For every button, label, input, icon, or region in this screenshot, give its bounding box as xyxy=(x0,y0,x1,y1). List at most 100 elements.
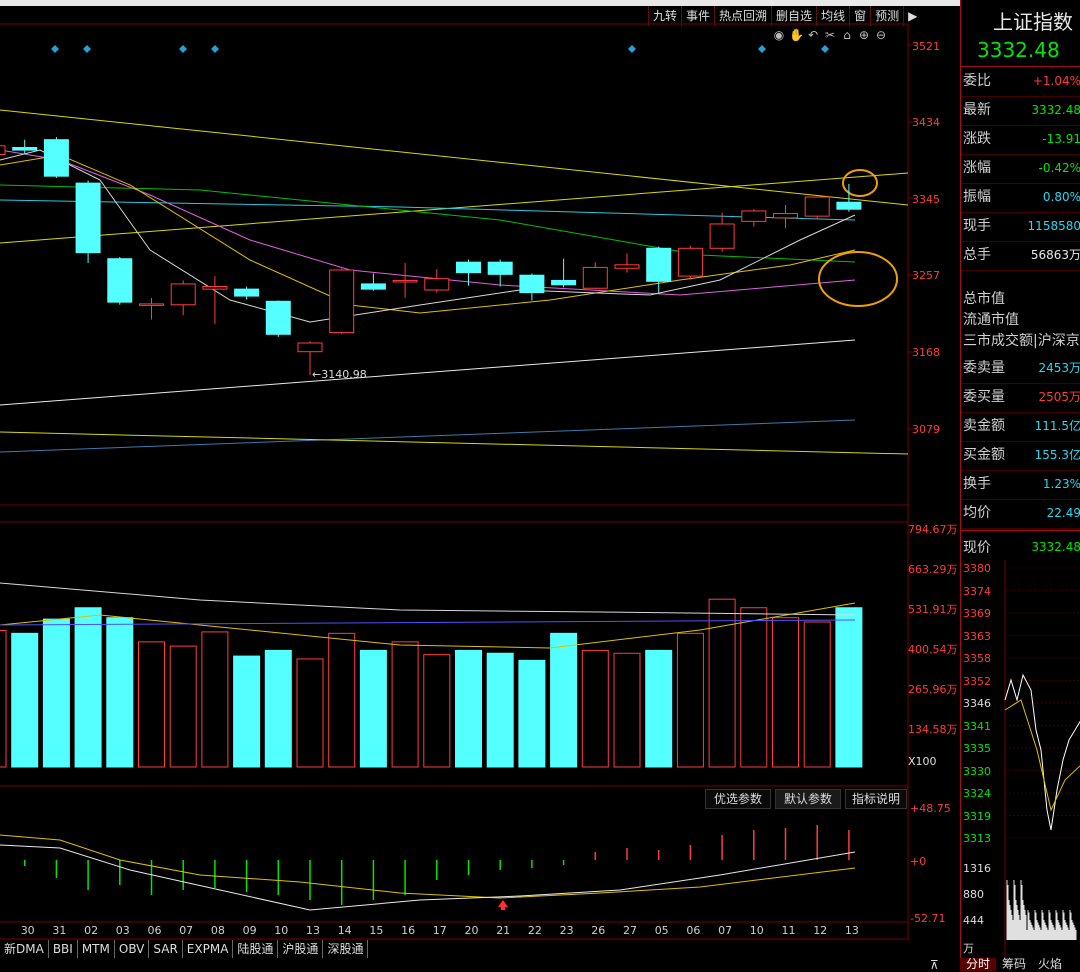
candle-body xyxy=(677,247,703,277)
quote-row: 涨幅 -0.42% xyxy=(961,154,1080,184)
date-tick: 02 xyxy=(84,924,99,937)
date-tick: 17 xyxy=(432,924,447,937)
tab-dma[interactable]: 新DMA xyxy=(0,940,49,958)
mini-price-tick: 3358 xyxy=(963,652,991,665)
volume-bar xyxy=(518,659,546,768)
date-tick: 23 xyxy=(559,924,574,937)
date-tick: 22 xyxy=(527,924,542,937)
mini-price-tick: 3346 xyxy=(963,697,991,710)
candle-body xyxy=(360,283,386,290)
mini-price-tick: 3374 xyxy=(963,584,991,598)
volume-bar xyxy=(581,649,609,768)
tab-shengutong[interactable]: 深股通 xyxy=(323,940,369,958)
quote2-row: 换手 1.23% xyxy=(961,470,1080,500)
volume-bar xyxy=(138,641,165,768)
candle-body xyxy=(43,139,69,177)
vol-tick-5: 134.58万 xyxy=(908,723,958,736)
highlight-circle xyxy=(842,169,878,197)
date-tick: 06 xyxy=(686,924,701,937)
quote2-value: 111.5亿 xyxy=(1034,419,1080,433)
event-diamond-icon xyxy=(758,45,766,53)
indicator-help-button[interactable]: 指标说明 xyxy=(845,789,907,809)
volume-bar xyxy=(264,649,292,768)
event-diamond-icon xyxy=(211,45,219,53)
candle-body xyxy=(265,300,291,335)
date-tick: 06 xyxy=(147,924,162,937)
volume-bar xyxy=(42,618,70,768)
tab-mtm[interactable]: MTM xyxy=(78,940,115,958)
volume-bar xyxy=(233,655,261,768)
volume-bar xyxy=(455,649,482,768)
default-params-button[interactable]: 默认参数 xyxy=(775,789,841,809)
tab-hugutong[interactable]: 沪股通 xyxy=(278,940,324,958)
event-diamond-icon xyxy=(628,45,636,53)
candle-body xyxy=(12,147,38,151)
date-tick: 09 xyxy=(242,924,257,937)
date-tick: 08 xyxy=(210,924,225,937)
optimal-params-button[interactable]: 优选参数 xyxy=(705,789,771,809)
tab-bbi[interactable]: BBI xyxy=(49,940,78,958)
mini-price-tick: 3369 xyxy=(963,607,991,620)
date-axis: 7303102030607080910131415161720212223262… xyxy=(0,924,900,938)
date-tick: 03 xyxy=(115,924,130,937)
volume-bar xyxy=(676,632,704,768)
volume-bar xyxy=(296,658,324,768)
quote-value: 1158580 xyxy=(1027,219,1080,233)
quote2-value: 2453万 xyxy=(1038,361,1080,375)
quote2-label: 均价 xyxy=(963,505,991,521)
volume-bar xyxy=(74,607,102,768)
vol-tick-0: 794.67万 xyxy=(908,523,958,536)
event-diamond-icon xyxy=(83,45,91,53)
candle-body xyxy=(487,261,513,275)
mini-vol-tick: 444 xyxy=(963,914,984,927)
date-tick: 10 xyxy=(749,924,764,937)
index-price: 3332.48 xyxy=(977,38,1060,62)
quote-panel: 上证指数 3332.48 委比 +1.04% 最新 3332.48 涨跌 -13.91 涨幅… xyxy=(960,0,1080,971)
date-tick: 20 xyxy=(464,924,479,937)
quote2-label: 委买量 xyxy=(963,389,1005,405)
quote-row: 委比 +1.04% xyxy=(961,67,1080,97)
volume-bar xyxy=(391,641,419,768)
volume-bar xyxy=(486,652,514,768)
tab-intraday[interactable]: 分时 xyxy=(960,958,997,971)
mini-price-tick: 3319 xyxy=(963,809,991,823)
volume-bar xyxy=(11,632,39,768)
turnover-label: 三市成交额|沪深京 xyxy=(963,333,1080,349)
volume-bar xyxy=(550,632,578,768)
kline-chart[interactable] xyxy=(0,0,960,971)
tab-flame[interactable]: 火焰 xyxy=(1032,958,1068,971)
quote2-label: 买金额 xyxy=(963,447,1005,463)
market-cap-labels: 总市值 流通市值 三市成交额|沪深京 xyxy=(963,289,1080,352)
quote2-label: 委卖量 xyxy=(963,360,1005,376)
quote-row: 振幅 0.80% xyxy=(961,183,1080,213)
quote2-row: 委卖量 2453万 xyxy=(961,354,1080,384)
mini-price-tick: 3335 xyxy=(963,742,991,755)
low-price-annotation: ←3140.98 xyxy=(312,368,367,381)
scroll-up-icon[interactable]: ⊼ xyxy=(930,958,939,972)
volume-bar xyxy=(328,632,356,768)
candle-body xyxy=(551,279,577,286)
volume-bar xyxy=(169,645,197,768)
candle-body xyxy=(139,303,164,306)
date-tick: 26 xyxy=(591,924,606,937)
volume-bars xyxy=(0,582,863,768)
tab-expma[interactable]: EXPMA xyxy=(183,940,234,958)
quote-label: 总手 xyxy=(963,247,991,263)
event-diamond-icon xyxy=(821,45,829,53)
candle-body xyxy=(329,269,355,334)
quote2-label: 卖金额 xyxy=(963,418,1005,434)
mini-price-tick: 3380 xyxy=(963,562,991,575)
date-tick: 10 xyxy=(274,924,289,937)
event-diamond-icon xyxy=(179,45,187,53)
volume-bar xyxy=(835,607,863,768)
tab-sar[interactable]: SAR xyxy=(149,940,183,958)
float-market-cap-label: 流通市值 xyxy=(963,312,1019,328)
quote2-row: 卖金额 111.5亿 xyxy=(961,412,1080,442)
price-tick-4: 3168 xyxy=(912,346,940,359)
tab-chips[interactable]: 筹码 xyxy=(996,958,1032,971)
volume-bar xyxy=(740,607,768,768)
quote-label: 振幅 xyxy=(963,189,991,205)
tab-lugutong[interactable]: 陆股通 xyxy=(233,940,279,958)
tab-obv[interactable]: OBV xyxy=(115,940,150,958)
quote2-value: 155.3亿 xyxy=(1034,448,1080,462)
